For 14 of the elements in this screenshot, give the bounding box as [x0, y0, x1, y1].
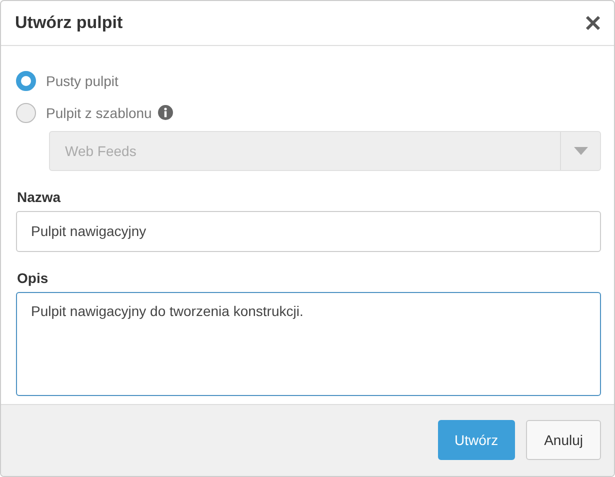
name-field[interactable]: Pulpit nawigacyjny [16, 210, 601, 252]
info-icon[interactable] [158, 105, 173, 120]
field-label: Nazwa [17, 188, 62, 205]
radio-button[interactable] [16, 102, 36, 123]
create-button[interactable]: Utwórz [438, 420, 516, 460]
radio-label[interactable]: Pulpit z szablonu [46, 104, 152, 121]
field-label: Opis [17, 270, 50, 286]
close-icon[interactable] [585, 14, 601, 31]
cancel-button[interactable]: Anuluj [526, 420, 601, 460]
caret-icon [574, 146, 588, 155]
radio-label[interactable]: Pusty pulpit [46, 72, 118, 89]
radio-button[interactable] [16, 70, 36, 91]
description-field[interactable]: Pulpit nawigacyjny do tworzenia konstrukcji. [16, 292, 601, 396]
dialog-title: Utwórz pulpit [15, 12, 123, 33]
